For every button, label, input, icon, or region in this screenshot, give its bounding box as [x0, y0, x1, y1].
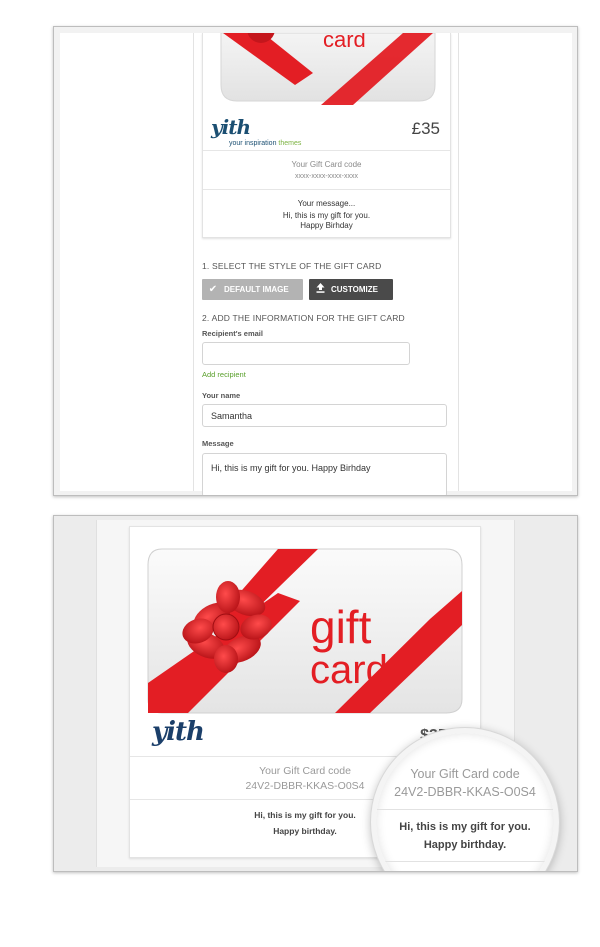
magnified-message-line2: Happy birthday.	[423, 839, 507, 851]
add-recipient-link[interactable]: Add recipient	[202, 370, 246, 379]
step1-title: 1. SELECT THE STYLE OF THE GIFT CARD	[202, 261, 382, 271]
yith-logo: yith your inspiration themes	[211, 115, 301, 147]
magnified-divider	[376, 809, 554, 810]
magnified-code-value: 24V2-DBBR-KKAS-O0S4	[394, 785, 536, 799]
magnified-divider-bottom	[376, 861, 554, 862]
preview-price: £35	[411, 119, 440, 138]
magnified-message-line1: Hi, this is my gift for you.	[399, 821, 531, 833]
upload-icon	[309, 283, 331, 296]
tagline-end: themes	[278, 140, 302, 147]
gift-card-preview: card yith your inspiration themes £35 Yo…	[202, 33, 451, 238]
message-label: Message	[202, 439, 234, 448]
gift-card-image-cropped: card	[203, 33, 450, 105]
gift-card-form-panel: card yith your inspiration themes £35 Yo…	[53, 26, 578, 496]
customize-label: CUSTOMIZE	[331, 285, 378, 294]
logo-tagline: your inspiration themes	[229, 140, 301, 147]
your-name-label: Your name	[202, 391, 241, 400]
yith-logo: yith	[152, 717, 205, 747]
card-word-gift: gift	[310, 601, 372, 653]
default-image-label: DEFAULT IMAGE	[224, 285, 289, 294]
check-icon: ✔	[208, 284, 218, 295]
preview-code-row: Your Gift Card code xxxx-xxxx-xxxx-xxxx	[203, 152, 450, 190]
preview-message-row: Your message... Hi, this is my gift for …	[203, 191, 450, 237]
tagline-start: your inspiration	[229, 140, 277, 147]
preview-brand-row: yith your inspiration themes £35	[203, 111, 450, 151]
preview-message-line1: Hi, this is my gift for you.	[282, 211, 371, 220]
message-field[interactable]: Hi, this is my gift for you. Happy Birhd…	[202, 453, 447, 495]
preview-code-label: Your Gift Card code	[291, 160, 362, 169]
preview-message-line2: Happy Birhday	[300, 221, 353, 230]
recipient-email-field[interactable]	[202, 342, 410, 365]
preview-code-value: xxxx-xxxx-xxxx-xxxx	[295, 173, 358, 180]
recipient-email-label: Recipient's email	[202, 329, 263, 338]
form-page: card yith your inspiration themes £35 Yo…	[60, 33, 572, 495]
default-image-button[interactable]: ✔ DEFAULT IMAGE	[202, 279, 303, 300]
form-column: card yith your inspiration themes £35 Yo…	[193, 33, 459, 495]
gift-card-email-panel: gift card yith $35.00 Your Gift Card cod…	[53, 515, 578, 872]
your-name-field[interactable]	[202, 404, 447, 427]
step2-title: 2. ADD THE INFORMATION FOR THE GIFT CARD	[202, 313, 405, 323]
gift-card-image: gift card	[130, 527, 480, 715]
card-art-text: card	[323, 33, 366, 52]
customize-button[interactable]: CUSTOMIZE	[309, 279, 393, 300]
card-word-card: card	[310, 648, 388, 692]
magnified-code-label: Your Gift Card code	[410, 767, 520, 781]
preview-message-title: Your message...	[297, 199, 356, 208]
logo-word: yith	[211, 115, 251, 139]
